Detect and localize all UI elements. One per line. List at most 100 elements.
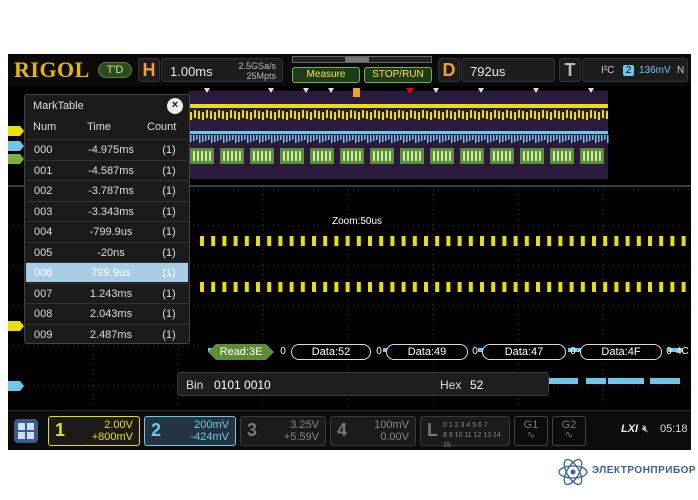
mark-table-row[interactable]: 003 -3.343ms (1) — [26, 200, 188, 221]
ch1-overview-pulse — [374, 110, 376, 118]
ch1-clock-pulse — [468, 282, 473, 292]
overview-bus-bit — [253, 151, 255, 161]
ch2-overview-pulse — [226, 135, 228, 142]
ch1-overview-pulse — [462, 111, 464, 119]
overview-bus-bit — [445, 151, 447, 161]
logic-label: L — [427, 420, 438, 440]
bus-read-frame[interactable]: Read:3E — [208, 344, 274, 360]
ch1-overview-pulse — [526, 112, 528, 120]
speaker-muted-icon[interactable]: 🔇︎ — [642, 423, 649, 436]
overview-bus-bit — [385, 151, 387, 161]
mark-cell-time: -3.787ms — [88, 185, 134, 197]
generator-2-box[interactable]: G2 ∿ — [552, 416, 586, 446]
ch1-overview-pulse — [482, 110, 484, 118]
mark-table-row[interactable]: 000 -4.975ms (1) — [26, 139, 188, 159]
ch1-overview-pulse — [566, 110, 568, 118]
ch2-overview-pulse — [448, 135, 450, 140]
overview-bus-bit — [227, 151, 229, 161]
overview-bus-bit — [557, 151, 559, 161]
ch2-overview-pulse — [517, 135, 519, 141]
ch1-overview-pulse — [226, 112, 228, 120]
ch1-overview-pulse — [478, 112, 480, 120]
overview-bus-bit — [479, 151, 481, 161]
ch2-overview-pulse — [526, 135, 528, 142]
ch1-clock-pulse — [211, 236, 216, 246]
generator-1-box[interactable]: G1 ∿ — [514, 416, 548, 446]
channel-1-offset: +800mV — [91, 431, 133, 443]
logic-analyzer-box[interactable]: L 0 1 2 3 4 5 6 7 8 9 10 11 12 13 14 15 — [420, 416, 510, 449]
ch2-overview-pulse — [196, 135, 198, 140]
timebase-display[interactable]: 1.00ms 2.5GSa/s 25Mpts — [161, 58, 283, 82]
ch1-clock-pulse — [614, 282, 619, 292]
overview-bus-bit — [321, 151, 323, 161]
horizontal-menu-button[interactable]: H — [138, 58, 160, 82]
overview-bus-bit — [501, 151, 503, 161]
overview-bus-bit — [467, 151, 469, 161]
overview-bus-bit — [509, 151, 511, 161]
ch2-overview-pulse — [232, 135, 234, 140]
trigger-menu-button[interactable]: T — [559, 58, 581, 82]
mark-table-row[interactable]: 007 1.243ms (1) — [26, 282, 188, 303]
mark-table-row[interactable]: 002 -3.787ms (1) — [26, 180, 188, 200]
ch1-overview-pulse — [402, 111, 404, 119]
ch2-overview-pulse — [358, 135, 360, 142]
mark-table-row[interactable]: 005 -20ns (1) — [26, 241, 188, 262]
close-icon[interactable]: × — [167, 98, 183, 114]
bus-data-frame[interactable]: Data:4F — [580, 344, 662, 360]
ch2-overview-pulse — [322, 135, 324, 142]
menu-grid-icon[interactable] — [14, 419, 38, 443]
overview-bus-bit — [505, 151, 507, 161]
channel-3-box[interactable]: 3 3.25V +5.59V — [240, 416, 326, 446]
bus-data-frame[interactable]: Data:52 — [291, 344, 371, 360]
ch2-overview-pulse — [400, 135, 402, 140]
ch2-overview-pulse — [595, 135, 597, 143]
ch2-overview-pulse — [202, 135, 204, 142]
ch2-overview-pulse — [250, 135, 252, 142]
ch2-overview-pulse — [493, 135, 495, 141]
bus-data-frame[interactable]: Data:47 — [482, 344, 566, 360]
ch1-clock-pulse — [289, 282, 294, 292]
ch2-overview-pulse — [190, 135, 192, 142]
bus-data-frame[interactable]: Data:49 — [386, 344, 468, 360]
ch1-clock-pulse — [267, 236, 272, 246]
mark-table-row[interactable]: 004 -799.9us (1) — [26, 221, 188, 241]
delay-display[interactable]: 792us — [461, 58, 555, 82]
stop-run-button[interactable]: STOP/RUN — [364, 67, 432, 83]
mark-table-row[interactable]: 008 2.043ms (1) — [26, 303, 188, 323]
trigger-display[interactable]: I²C 2 136mV N — [582, 58, 688, 82]
mark-table-panel[interactable]: MarkTable × Num Time Count 000 -4.975ms (1… — [24, 94, 190, 344]
ch2-overview-pulse — [604, 135, 606, 140]
channel-2-box[interactable]: 2 200mV -424mV — [144, 416, 236, 446]
mark-table-row[interactable]: 001 -4.587ms (1) — [26, 159, 188, 180]
ch2-overview-pulse — [253, 135, 255, 141]
ch2-overview-pulse — [286, 135, 288, 142]
mark-table-row[interactable]: 009 2.487ms (1) — [26, 323, 188, 344]
channel-1-box[interactable]: 1 2.00V +800mV — [48, 416, 140, 446]
trigger-status-badge[interactable]: T'D — [98, 62, 132, 78]
ch1-clock-pulse — [480, 236, 484, 246]
ch2-overview-pulse — [199, 135, 201, 143]
delay-menu-button[interactable]: D — [438, 58, 460, 82]
ch1-overview-pulse — [270, 111, 272, 119]
measure-button[interactable]: Measure — [292, 67, 360, 83]
bin-label: Bin — [186, 378, 204, 392]
ch1-overview-pulse — [518, 110, 520, 118]
ch1-overview-pulse — [458, 110, 460, 118]
hex-label: Hex — [440, 378, 462, 392]
ch2-overview-pulse — [442, 135, 444, 142]
ch2-overview-pulse — [418, 135, 420, 142]
mark-table-row[interactable]: 006 799.9us (1) — [26, 262, 188, 282]
ch1-clock-pulse — [435, 236, 440, 246]
overview-bus-bit — [223, 151, 225, 161]
ch1-clock-pulse — [457, 282, 462, 292]
bus-ack: 0 — [280, 346, 286, 357]
ch2-overview-pulse — [340, 135, 342, 140]
ch2-overview-pulse — [409, 135, 411, 141]
ch1-clock-pulse — [636, 236, 641, 246]
channel-4-box[interactable]: 4 100mV 0.00V — [330, 416, 416, 446]
ch1-overview-pulse — [254, 110, 256, 118]
overview-bus-bit — [561, 151, 563, 161]
logic-row-1: 0 1 2 3 4 5 6 7 — [443, 422, 488, 429]
ch1-overview-pulse — [510, 111, 512, 119]
memory-position-strip[interactable] — [292, 56, 432, 63]
